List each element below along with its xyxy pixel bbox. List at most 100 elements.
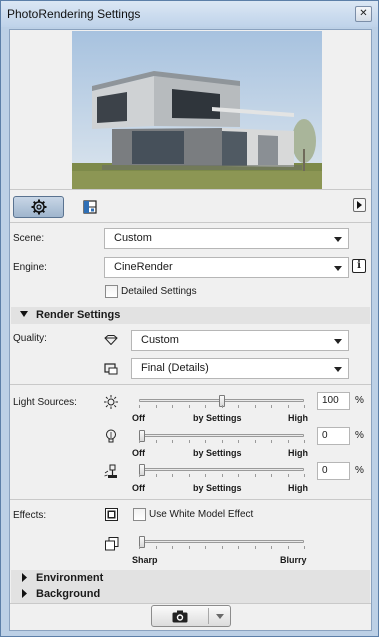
close-button[interactable]: ✕ (355, 6, 372, 22)
slider-tick (155, 440, 157, 443)
white-model-icon (105, 508, 118, 521)
slider-tick (238, 546, 239, 549)
slider-tick (139, 440, 140, 443)
quality-detail-dropdown[interactable]: Final (Details) (131, 358, 349, 379)
title-bar[interactable]: PhotoRendering Settings ✕ (1, 1, 378, 27)
slider-tick (172, 546, 173, 549)
blur-slider-track[interactable] (139, 540, 304, 543)
quality-detail-value: Final (Details) (141, 362, 209, 374)
effects-label: Effects: (13, 510, 47, 521)
sun-mid-label: by Settings (193, 413, 242, 423)
lamp-icon (104, 464, 117, 478)
quality-divider (10, 384, 371, 385)
slider-tick (188, 405, 190, 408)
lamp-max-label: High (288, 483, 308, 493)
caret-right-icon (22, 573, 27, 582)
slider-tick (221, 546, 223, 549)
slider-tick (139, 474, 140, 477)
slider-tick (139, 546, 140, 549)
slider-tick (287, 440, 289, 443)
bulb-intensity-value: 0 (322, 430, 328, 441)
slider-tick (205, 440, 206, 443)
light-divider (10, 499, 371, 500)
bulb-slider-track[interactable] (139, 434, 304, 437)
camera-icon (172, 610, 188, 623)
sun-max-label: High (288, 413, 308, 423)
slider-tick (188, 546, 190, 549)
tab-size-settings[interactable] (75, 196, 105, 218)
background-header[interactable]: Background (11, 586, 370, 603)
blur-max-label: Blurry (280, 555, 307, 565)
photorendering-settings-window: PhotoRendering Settings ✕ Scene: Custom … (0, 0, 379, 637)
lamp-mid-label: by Settings (193, 483, 242, 493)
panel-options-button[interactable] (353, 198, 366, 212)
slider-tick (271, 405, 272, 408)
quality-dropdown[interactable]: Custom (131, 330, 349, 351)
slider-tick (238, 440, 239, 443)
slider-tick (271, 440, 272, 443)
quality-label: Quality: (13, 333, 47, 344)
diamond-icon (104, 335, 118, 345)
slider-tick (155, 405, 157, 408)
slider-tick (205, 405, 206, 408)
settings-panel: Scene: Custom Engine: CineRender i Detai… (9, 29, 372, 631)
render-button-divider (208, 608, 209, 624)
sun-percent-label: % (355, 395, 364, 406)
close-icon: ✕ (359, 8, 368, 19)
play-right-icon (357, 201, 362, 209)
slider-tick (254, 474, 256, 477)
slider-tick (155, 546, 157, 549)
slider-tick (304, 440, 305, 443)
lamp-intensity-field[interactable]: 0 (317, 462, 350, 480)
slider-tick (271, 546, 272, 549)
lamp-slider-track[interactable] (139, 468, 304, 471)
bulb-min-label: Off (132, 448, 145, 458)
environment-header[interactable]: Environment (11, 570, 370, 587)
engine-info-button[interactable]: i (352, 259, 366, 273)
sun-intensity-value: 100 (322, 395, 339, 406)
engine-value: CineRender (114, 261, 173, 273)
quality-value: Custom (141, 334, 179, 346)
chevron-down-icon (334, 237, 342, 242)
slider-tick (254, 405, 256, 408)
chevron-down-icon (334, 367, 342, 372)
slider-tick (172, 440, 173, 443)
engine-label: Engine: (13, 262, 47, 273)
slider-tick (221, 474, 223, 477)
sun-intensity-field[interactable]: 100 (317, 392, 350, 410)
scene-label: Scene: (13, 233, 45, 244)
bulb-intensity-field[interactable]: 0 (317, 427, 350, 445)
slider-tick (304, 405, 305, 408)
slider-tick (221, 440, 223, 443)
render-settings-header[interactable]: Render Settings (11, 307, 370, 324)
chevron-down-icon (334, 339, 342, 344)
slider-tick (172, 405, 173, 408)
engine-dropdown[interactable]: CineRender (104, 257, 349, 278)
bulb-percent-label: % (355, 430, 364, 441)
slider-tick (139, 405, 140, 408)
slider-tick (238, 474, 239, 477)
slider-tick (172, 474, 173, 477)
render-button[interactable] (151, 605, 231, 627)
white-model-checkbox[interactable] (133, 508, 146, 521)
tab-general-settings[interactable] (13, 196, 64, 218)
caret-right-icon (22, 589, 27, 598)
slider-tick (271, 474, 272, 477)
slider-tick (205, 474, 206, 477)
sun-icon (104, 395, 118, 409)
preview-divider (10, 189, 371, 190)
white-model-label[interactable]: Use White Model Effect (149, 509, 253, 520)
detailed-settings-checkbox[interactable] (105, 285, 118, 298)
detail-quality-icon (104, 363, 118, 375)
scene-value: Custom (114, 232, 152, 244)
info-icon: i (357, 260, 361, 271)
scene-dropdown[interactable]: Custom (104, 228, 349, 249)
slider-tick (287, 546, 289, 549)
slider-tick (287, 474, 289, 477)
window-title: PhotoRendering Settings (7, 7, 141, 21)
slider-tick (304, 546, 305, 549)
detailed-settings-label[interactable]: Detailed Settings (121, 286, 197, 297)
blur-icon (105, 537, 119, 551)
chevron-down-icon[interactable] (215, 613, 225, 621)
chevron-down-icon (334, 266, 342, 271)
